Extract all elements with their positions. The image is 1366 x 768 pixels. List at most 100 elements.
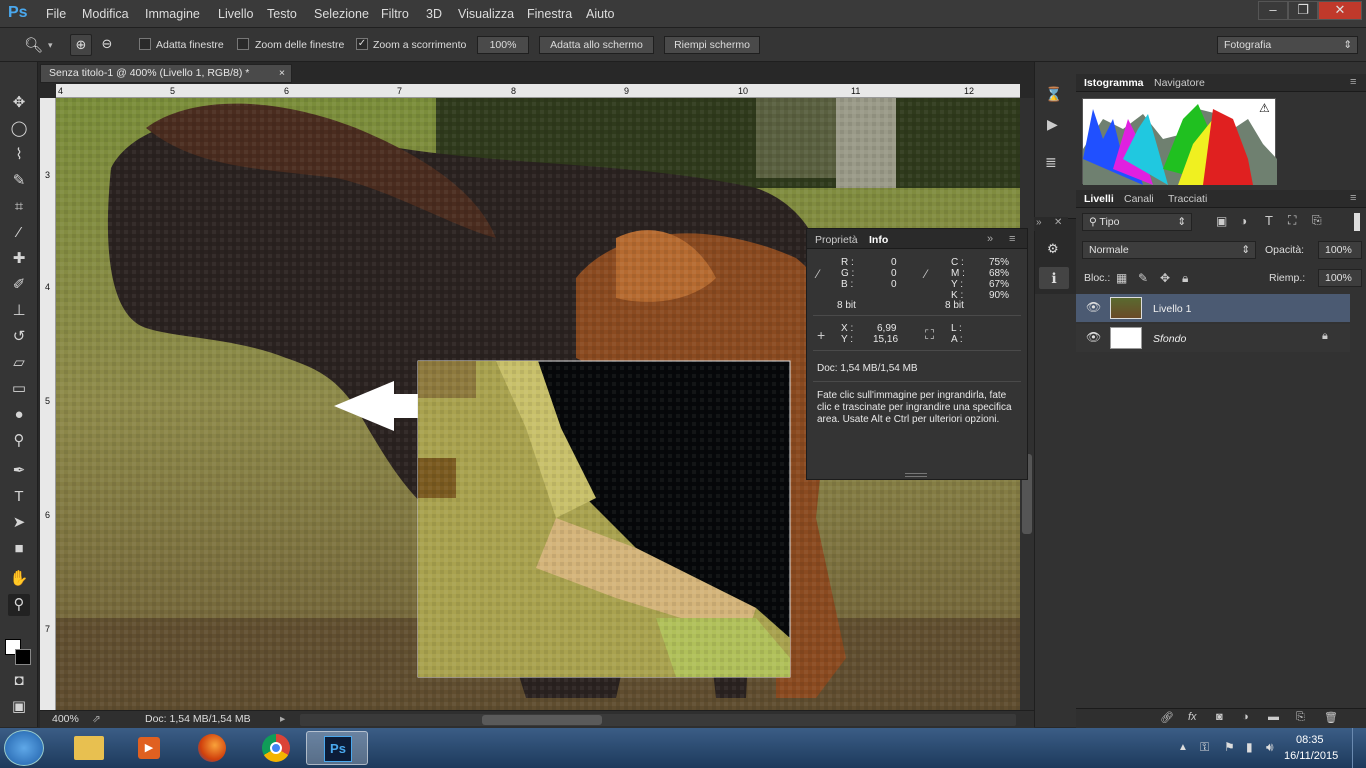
filter-pixel-icon[interactable]: ▣ [1216,214,1227,228]
warning-icon[interactable]: ⚠ [1259,101,1270,115]
fill-input[interactable]: 100% [1318,269,1362,287]
lock-all-icon[interactable]: 🔒︎ [1182,271,1188,286]
chevron-down-icon[interactable]: ▾ [48,40,53,51]
adjustment-layer-icon[interactable]: ◑ [1242,711,1249,723]
menu-file[interactable]: File [46,7,66,21]
volume-icon[interactable]: 🔊︎ [1266,740,1274,755]
show-desktop-button[interactable] [1352,728,1366,768]
filter-adjustment-icon[interactable]: ◑ [1240,214,1247,228]
menu-filtro[interactable]: Filtro [381,7,409,21]
type-tool-icon[interactable]: T [8,486,30,508]
tab-navigator[interactable]: Navigatore [1154,77,1205,89]
zoom-out-icon[interactable]: ⊖ [96,34,118,56]
close-icon[interactable]: ✕ [1054,217,1062,228]
resize-windows-checkbox[interactable] [139,38,151,50]
fit-screen-button[interactable]: Adatta allo schermo [539,36,654,54]
layer-name[interactable]: Livello 1 [1153,303,1192,315]
menu-3d[interactable]: 3D [426,7,442,21]
tray-expand-icon[interactable]: ▲ [1178,742,1188,753]
blur-tool-icon[interactable]: ● [8,404,30,426]
clone-stamp-tool-icon[interactable]: ⊥ [8,300,30,322]
start-button[interactable] [4,730,44,766]
network-icon[interactable]: ⚿ [1200,740,1209,755]
zoom-level[interactable]: 400% [52,713,79,725]
lock-image-icon[interactable]: ✎ [1138,271,1148,285]
status-menu-arrow-icon[interactable]: ▸ [280,713,285,725]
new-group-icon[interactable]: ▬ [1268,711,1279,723]
lasso-tool-icon[interactable]: ⌇ [8,144,30,166]
lock-position-icon[interactable]: ✥ [1160,271,1170,285]
screen-mode-icon[interactable]: ▣ [8,696,30,718]
pen-tool-icon[interactable]: ✒ [8,460,30,482]
layer-row[interactable]: 👁︎ Sfondo 🔒︎ [1076,324,1350,352]
chrome-taskbar-icon[interactable] [245,731,307,765]
background-color-swatch[interactable] [15,649,31,665]
photoshop-taskbar-icon[interactable]: Ps [306,731,368,765]
workspace-select[interactable]: Fotografia ⇕ [1217,36,1358,54]
filter-smart-object-icon[interactable]: ⎘ [1312,213,1322,228]
actions-play-icon[interactable]: ▶ [1047,116,1058,133]
opacity-input[interactable]: 100% [1318,241,1362,259]
menu-aiuto[interactable]: Aiuto [586,7,615,21]
panel-menu-icon[interactable]: ≡ [1009,233,1015,245]
healing-brush-tool-icon[interactable]: ✚ [8,248,30,270]
path-selection-tool-icon[interactable]: ➤ [8,512,30,534]
history-brush-tool-icon[interactable]: ↺ [8,326,30,348]
hscroll-thumb[interactable] [482,715,602,725]
menu-immagine[interactable]: Immagine [145,7,200,21]
filter-type-icon[interactable]: T [1265,213,1273,228]
close-tab-icon[interactable]: × [279,65,285,82]
layer-comps-icon[interactable]: ≣ [1045,154,1057,171]
firefox-taskbar-icon[interactable] [181,731,243,765]
tab-histogram[interactable]: Istogramma [1084,77,1144,89]
media-player-taskbar-icon[interactable]: ▶ [118,731,180,765]
eye-icon[interactable]: 👁︎ [1086,300,1101,314]
menu-modifica[interactable]: Modifica [82,7,129,21]
zoom-in-icon[interactable]: ⊕ [70,34,92,56]
new-layer-icon[interactable]: ⎘ [1296,711,1305,724]
explorer-taskbar-icon[interactable] [58,731,120,765]
maximize-button[interactable]: ❐ [1288,1,1318,20]
layer-row[interactable]: 👁︎ Livello 1 [1076,294,1350,322]
zoom-all-windows-checkbox[interactable] [237,38,249,50]
layer-name[interactable]: Sfondo [1153,333,1186,345]
rectangle-tool-icon[interactable]: ■ [8,538,30,560]
zoom-tool-active-icon[interactable]: ⚲ [8,594,30,616]
lock-transparent-icon[interactable]: ▦ [1116,271,1127,285]
delete-layer-icon[interactable]: 🗑︎ [1324,711,1338,724]
tab-paths[interactable]: Tracciati [1168,193,1207,205]
hand-tool-icon[interactable]: ✋ [8,568,30,590]
blend-mode-select[interactable]: Normale ⇕ [1082,241,1256,259]
menu-visualizza[interactable]: Visualizza [458,7,514,21]
eye-icon[interactable]: 👁︎ [1086,330,1101,344]
menu-testo[interactable]: Testo [267,7,297,21]
tab-properties[interactable]: Proprietà [815,234,858,246]
document-tab[interactable]: Senza titolo-1 @ 400% (Livello 1, RGB/8)… [40,64,292,83]
close-button[interactable]: ✕ [1318,1,1362,20]
eraser-tool-icon[interactable]: ▱ [8,352,30,374]
menu-finestra[interactable]: Finestra [527,7,572,21]
marquee-tool-icon[interactable]: ◯ [8,118,30,140]
signal-icon[interactable]: ▮ [1246,740,1253,754]
dodge-tool-icon[interactable]: ⚲ [8,430,30,452]
layer-filter-select[interactable]: ⚲ Tipo ⇕ [1082,213,1192,231]
menu-livello[interactable]: Livello [218,7,253,21]
eyedropper-tool-icon[interactable]: ⁄ [8,222,30,244]
filter-toggle-switch[interactable] [1354,213,1360,231]
gradient-tool-icon[interactable]: ▭ [8,378,30,400]
flag-icon[interactable]: ⚑ [1224,740,1235,754]
panel-menu-icon[interactable]: ≡ [1350,192,1356,204]
quick-mask-icon[interactable]: ◘ [8,670,30,692]
zoom-tool-icon[interactable]: 🔍︎ [24,36,43,54]
properties-icon[interactable]: ⚙ [1047,241,1059,257]
panel-menu-icon[interactable]: ≡ [1350,76,1356,88]
brush-tool-icon[interactable]: ✐ [8,274,30,296]
share-icon[interactable]: ⇗ [92,713,101,725]
tab-layers[interactable]: Livelli [1084,193,1114,205]
collapse-icon[interactable]: » [1036,217,1042,228]
link-layers-icon[interactable]: 🔗︎ [1160,711,1174,724]
quick-selection-tool-icon[interactable]: ✎ [8,170,30,192]
clock-date[interactable]: 16/11/2015 [1284,750,1338,762]
horizontal-scrollbar[interactable] [300,714,1016,726]
tab-info[interactable]: Info [869,234,888,246]
